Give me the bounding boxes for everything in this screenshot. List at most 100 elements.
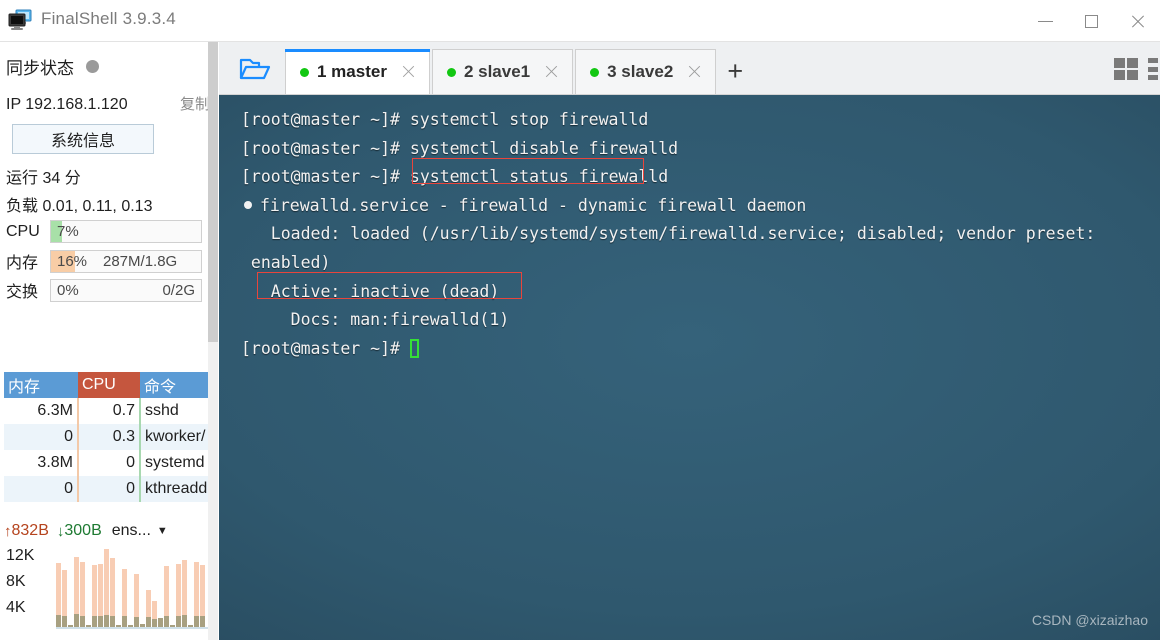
- terminal-line: enabled): [241, 249, 1160, 278]
- app-title: FinalShell 3.9.3.4: [41, 9, 176, 28]
- process-command: systemd: [140, 450, 214, 476]
- terminal-text: Active: inactive (dead): [241, 281, 500, 301]
- terminal-line: [root@master ~]#: [241, 335, 1160, 364]
- minimize-button[interactable]: [1022, 0, 1068, 42]
- chart-bar: [98, 564, 103, 627]
- process-header-cpu[interactable]: CPU: [78, 372, 140, 398]
- terminal-text: systemctl status firewalld: [409, 167, 669, 187]
- maximize-button[interactable]: [1068, 0, 1114, 42]
- chart-bar: [188, 625, 193, 627]
- tab-1-master[interactable]: 1 master: [285, 49, 430, 94]
- terminal-line: [root@master ~]# systemctl stop firewall…: [241, 106, 1160, 135]
- process-memory: 6.3M: [4, 398, 79, 424]
- chart-bar: [152, 601, 157, 627]
- terminal-text: [root@master ~]#: [241, 338, 410, 358]
- terminal-text: enabled): [241, 252, 331, 272]
- network-traffic-chart: 12K 8K 4K: [4, 547, 212, 635]
- grid-view-icon[interactable]: [1114, 58, 1138, 80]
- terminal-output: [root@master ~]# systemctl stop firewall…: [241, 106, 1160, 363]
- process-header-memory[interactable]: 内存: [4, 372, 78, 398]
- terminal-text: Loaded: loaded (/usr/lib/systemd/system/…: [241, 224, 1096, 244]
- table-row[interactable]: 0 0.3 kworker/: [4, 424, 214, 450]
- memory-meter-value: 287M/1.8G: [103, 252, 178, 270]
- sync-status-row: 同步状态: [6, 54, 99, 79]
- sync-status-indicator: [86, 60, 99, 73]
- chart-bar: [164, 565, 169, 627]
- memory-meter: 16% 287M/1.8G: [50, 249, 202, 273]
- process-cpu: 0: [78, 476, 141, 502]
- table-row[interactable]: 6.3M 0.7 sshd: [4, 398, 214, 424]
- new-tab-button[interactable]: +: [718, 49, 752, 94]
- tab-label: 2 slave1: [463, 62, 531, 81]
- tab-close-icon[interactable]: [401, 64, 417, 80]
- sidebar-scrollbar-thumb[interactable]: [208, 42, 218, 342]
- swap-meter-value: 0/2G: [162, 281, 195, 299]
- folder-open-icon[interactable]: [231, 48, 279, 90]
- terminal-line: firewalld.service - firewalld - dynamic …: [241, 192, 1160, 221]
- chart-bar: [158, 617, 163, 627]
- process-command: kworker/: [140, 424, 214, 450]
- download-rate: 300B: [64, 522, 102, 539]
- table-row[interactable]: 3.8M 0 systemd: [4, 450, 214, 476]
- chart-bar: [80, 562, 85, 627]
- terminal-text: firewalld.service - firewalld - dynamic …: [260, 195, 807, 215]
- chart-bar: [194, 562, 199, 627]
- terminal-text: [root@master ~]# systemctl disable firew…: [241, 138, 679, 158]
- terminal-line: Active: inactive (dead): [241, 278, 1160, 307]
- network-stats-row: ↑ 832B ↓ 300B ens... ▼: [4, 522, 212, 540]
- sidebar-scrollbar[interactable]: [208, 42, 218, 640]
- tab-2-slave1[interactable]: 2 slave1: [431, 49, 574, 94]
- terminal-text: Docs: man:firewalld(1): [241, 310, 510, 330]
- tab-status-dot: [590, 67, 600, 77]
- network-interface-label: ens...: [111, 522, 151, 539]
- swap-meter-label: 交换: [6, 284, 39, 301]
- chevron-down-icon[interactable]: ▼: [157, 525, 168, 537]
- process-memory: 3.8M: [4, 450, 79, 476]
- copy-ip-button[interactable]: 复制: [180, 93, 210, 114]
- monitor-icon: [8, 9, 34, 31]
- process-cpu: 0: [78, 450, 141, 476]
- terminal-cursor: [409, 338, 419, 358]
- more-options-icon[interactable]: [1148, 58, 1158, 80]
- network-chart-plot: [56, 549, 208, 629]
- chart-bar: [176, 564, 181, 627]
- chart-bar: [104, 549, 109, 627]
- process-memory: 0: [4, 424, 79, 450]
- chart-bar: [182, 560, 187, 627]
- terminal-pane[interactable]: [root@master ~]# systemctl stop firewall…: [219, 95, 1160, 640]
- table-row[interactable]: 0 0 kthreadd: [4, 476, 214, 502]
- terminal-line: Docs: man:firewalld(1): [241, 306, 1160, 335]
- chart-bar: [62, 569, 67, 627]
- terminal-line: [root@master ~]# systemctl status firewa…: [241, 163, 1160, 192]
- chart-bar: [86, 625, 91, 627]
- chart-bar: [122, 568, 127, 627]
- close-button[interactable]: [1114, 0, 1160, 42]
- ip-address-row: IP 192.168.1.120 复制: [6, 93, 210, 114]
- tab-list: 1 master 2 slave1 3 slave2 +: [285, 49, 752, 95]
- sync-status-label: 同步状态: [6, 59, 74, 78]
- process-cpu: 0.7: [78, 398, 141, 424]
- title-bar: FinalShell 3.9.3.4: [0, 0, 1160, 42]
- tab-close-icon[interactable]: [687, 64, 703, 80]
- tab-close-icon[interactable]: [544, 64, 560, 80]
- tab-label: 3 slave2: [607, 62, 674, 81]
- process-header-command[interactable]: 命令: [140, 372, 214, 398]
- terminal-line: [root@master ~]# systemctl disable firew…: [241, 135, 1160, 164]
- process-memory: 0: [4, 476, 79, 502]
- uptime-label: 运行 34 分: [6, 170, 81, 187]
- swap-meter: 0% 0/2G: [50, 278, 202, 302]
- download-arrow-icon: ↓: [56, 522, 65, 540]
- system-info-button[interactable]: 系统信息: [12, 124, 154, 154]
- service-status-dot-icon: [244, 200, 252, 209]
- chart-bar: [92, 564, 97, 627]
- process-table: 内存 CPU 命令 6.3M 0.7 sshd 0 0.3 kworker/3.8M 0 sy…: [4, 372, 214, 502]
- memory-meter-percent: 16%: [57, 252, 88, 270]
- chart-bar: [74, 556, 79, 627]
- chart-bar: [56, 563, 61, 627]
- chart-bar: [146, 589, 151, 627]
- terminal-text: [root@master ~]# systemctl stop firewall…: [241, 110, 649, 129]
- chart-bar: [140, 623, 145, 627]
- tab-status-dot: [300, 67, 309, 77]
- tab-bar: 1 master 2 slave1 3 slave2 +: [219, 42, 1160, 95]
- tab-3-slave2[interactable]: 3 slave2: [575, 49, 717, 94]
